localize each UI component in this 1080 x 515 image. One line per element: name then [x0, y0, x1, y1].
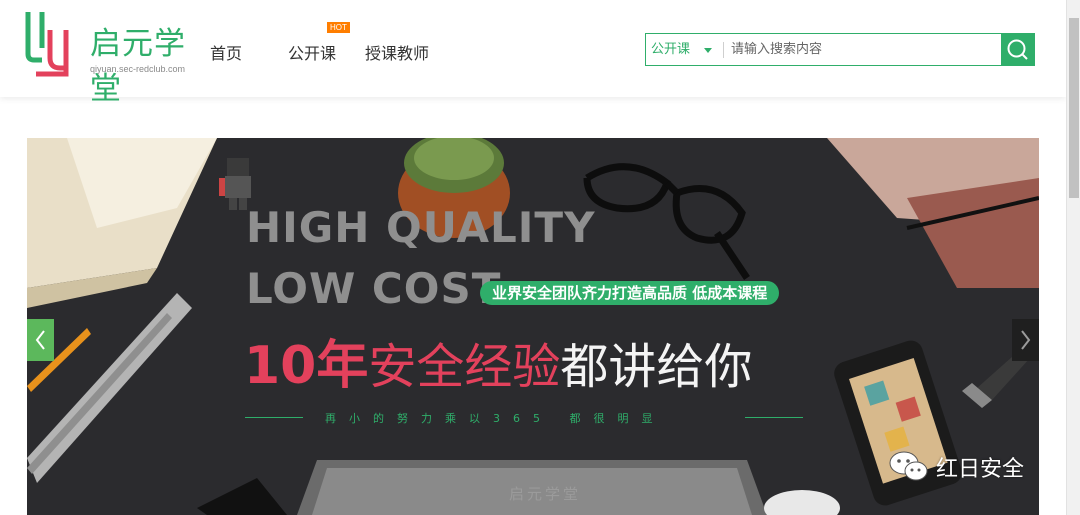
- headline-years: 10年: [244, 336, 369, 396]
- brand-name: 启元学堂: [90, 26, 186, 107]
- headline-tell-you: 都讲给你: [560, 339, 753, 395]
- search-type-label: 公开课: [651, 42, 691, 57]
- chevron-right-icon: [1021, 330, 1031, 350]
- search-bar: 公开课: [645, 33, 1035, 66]
- watermark-text: 红日安全: [936, 457, 1025, 482]
- laptop-logo-text: 启元学堂: [509, 485, 582, 503]
- banner-tagline: 业界安全团队齐力打造高品质 低成本课程: [480, 281, 780, 305]
- banner-slogan: 再小的努力乘以365 都很明显: [325, 412, 666, 425]
- site-header: 启元学堂 qiyuan.sec-redclub.com 首页 公开课 HOT 授…: [0, 0, 1066, 107]
- nav-open-course[interactable]: 公开课: [288, 40, 336, 64]
- wechat-icon: [889, 451, 928, 481]
- scrollbar-thumb[interactable]: [1069, 18, 1079, 198]
- search-icon: [1007, 39, 1028, 60]
- search-button[interactable]: [1001, 34, 1034, 65]
- slogan-rule-right: [745, 417, 803, 418]
- caret-down-icon: [704, 48, 712, 53]
- search-input[interactable]: [731, 37, 1001, 62]
- site-logo[interactable]: 启元学堂 qiyuan.sec-redclub.com: [22, 8, 197, 107]
- chevron-left-icon: [35, 330, 45, 350]
- banner-headline: 10年安全经验都讲给你: [244, 323, 752, 398]
- brand-url: qiyuan.sec-redclub.com: [90, 64, 186, 74]
- headline-experience: 安全经验: [368, 339, 561, 395]
- carousel-next-button[interactable]: [1012, 319, 1039, 361]
- hot-badge: HOT: [327, 22, 350, 33]
- logo-mark-icon: [25, 12, 69, 77]
- nav-home[interactable]: 首页: [210, 40, 242, 64]
- search-type-select[interactable]: 公开课: [646, 34, 722, 65]
- banner-line-1: HIGH QUALITY: [246, 203, 596, 252]
- banner-line-2: LOW COST: [246, 264, 502, 313]
- search-divider: [723, 42, 724, 58]
- nav-teachers[interactable]: 授课教师: [365, 40, 429, 64]
- page-scrollbar[interactable]: [1066, 0, 1080, 515]
- slogan-rule-left: [245, 417, 303, 418]
- carousel-prev-button[interactable]: [27, 319, 54, 361]
